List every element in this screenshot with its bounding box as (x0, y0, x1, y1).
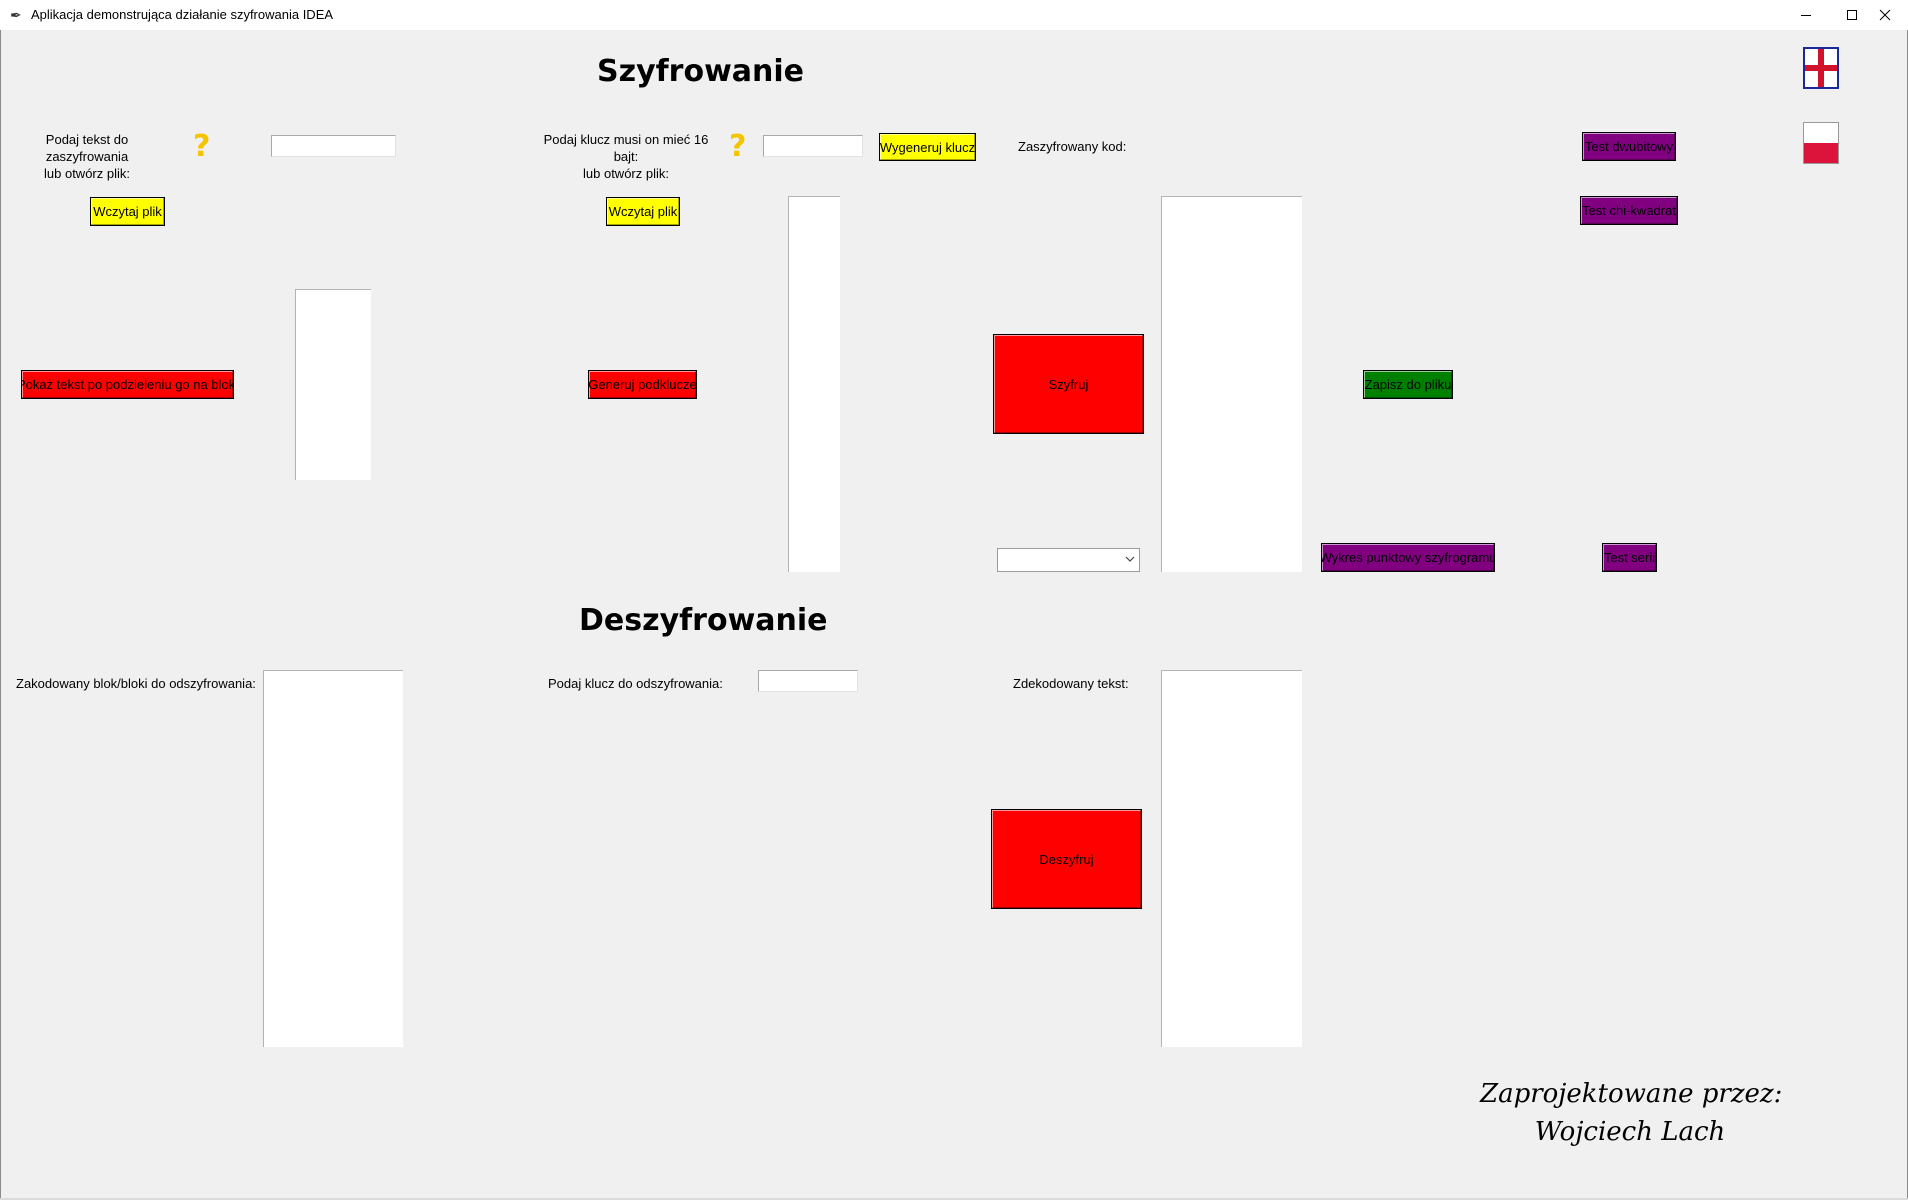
decoded-text-label: Zdekodowany tekst: (1013, 676, 1129, 691)
load-key-file-button[interactable]: Wczytaj plik (606, 197, 680, 226)
blocks-textbox[interactable] (295, 289, 371, 480)
close-icon[interactable] (1862, 0, 1908, 30)
minimize-icon[interactable] (1783, 0, 1829, 30)
bit-pair-test-button[interactable]: Test dwubitowy (1582, 132, 1676, 161)
generate-key-button[interactable]: Wygeneruj klucz (879, 133, 976, 161)
plaintext-input[interactable] (271, 135, 396, 157)
encrypt-button[interactable]: Szyfruj (993, 334, 1144, 434)
show-blocks-button[interactable]: Pokaż tekst po podzieleniu go na bloki (21, 370, 234, 399)
author-name: Wojciech Lach (1534, 1117, 1726, 1147)
key-input[interactable] (763, 135, 863, 157)
runs-test-button[interactable]: Test serii (1602, 543, 1657, 572)
polish-flag-icon[interactable] (1803, 122, 1839, 164)
load-plaintext-file-button[interactable]: Wczytaj plik (90, 197, 165, 226)
chi-square-test-button[interactable]: Test chi-kwadrat (1580, 196, 1678, 225)
scatter-plot-button[interactable]: Wykres punktowy szyfrogramu (1321, 543, 1495, 572)
designed-by-label: Zaprojektowane przez: (1480, 1079, 1783, 1109)
encrypted-code-label: Zaszyfrowany kod: (1018, 139, 1127, 154)
plaintext-help-icon[interactable]: ? (193, 130, 210, 164)
window-title: Aplikacja demonstrująca działanie szyfro… (31, 7, 334, 22)
subkeys-textbox[interactable] (788, 196, 840, 572)
plaintext-label: Podaj tekst do zaszyfrowania lub otwórz … (44, 132, 130, 181)
save-to-file-button[interactable]: Zapisz do pliku (1363, 370, 1453, 399)
key-help-icon[interactable]: ? (729, 130, 746, 164)
mode-select[interactable] (997, 548, 1140, 572)
decrypt-key-input[interactable] (758, 670, 858, 692)
decrypt-key-label: Podaj klucz do odszyfrowania: (548, 676, 723, 691)
decrypt-button[interactable]: Deszyfruj (991, 809, 1142, 909)
decryption-heading: Deszyfrowanie (579, 603, 828, 638)
chevron-down-icon (1125, 554, 1135, 567)
encrypted-code-textbox[interactable] (1161, 196, 1302, 572)
app-feather-icon: ✒ (10, 7, 22, 23)
generate-subkeys-button[interactable]: Generuj podklucze (588, 370, 697, 399)
key-label: Podaj klucz musi on mieć 16 bajt: lub ot… (543, 132, 709, 181)
decoded-text-textbox[interactable] (1161, 670, 1302, 1047)
encoded-blocks-textbox[interactable] (263, 670, 403, 1047)
title-bar: ✒ Aplikacja demonstrująca działanie szyf… (0, 0, 1908, 30)
window-border-left (0, 30, 1, 1200)
encryption-heading: Szyfrowanie (597, 54, 805, 89)
encoded-blocks-label: Zakodowany blok/bloki do odszyfrowania: (16, 676, 256, 691)
english-flag-icon[interactable] (1803, 47, 1839, 89)
